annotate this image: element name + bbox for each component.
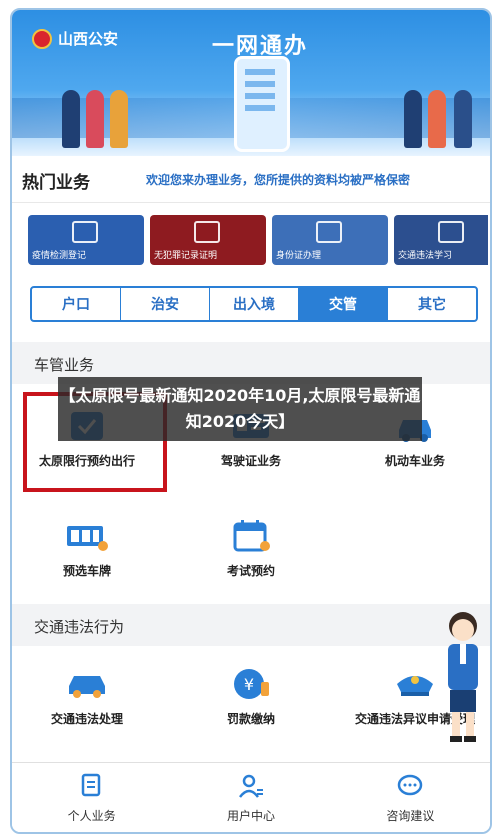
tab-immigration[interactable]: 出入境: [210, 288, 299, 320]
card-no-criminal-record[interactable]: 无犯罪记录证明: [150, 215, 266, 265]
service-violation-handling[interactable]: 交通违法处理: [12, 664, 162, 727]
calendar-icon: [229, 516, 273, 556]
citizen-figure: [110, 90, 128, 148]
nav-personal-business[interactable]: 个人业务: [12, 763, 171, 832]
document-icon: [81, 773, 100, 797]
nav-label: 咨询建议: [386, 809, 435, 823]
chat-bubble-icon: [398, 774, 423, 796]
card-traffic-study[interactable]: 交通违法学习: [394, 215, 488, 265]
card-label: 身份证办理: [276, 251, 322, 261]
service-label: 驾驶证业务: [220, 454, 281, 468]
officer-figure: [62, 90, 80, 148]
top-banner: 山西公安 一网通办: [12, 10, 490, 156]
section-title: 交通违法行为: [34, 618, 125, 636]
card-epidemic-registration[interactable]: 疫情检测登记: [28, 215, 144, 265]
card-label: 无犯罪记录证明: [154, 251, 218, 261]
officer-figure: [404, 90, 422, 148]
service-fine-payment[interactable]: ¥ 罚款缴纳: [176, 664, 326, 727]
tab-traffic[interactable]: 交管: [299, 288, 388, 320]
clipboard-icon: [72, 221, 98, 243]
section-title: 车管业务: [34, 356, 95, 374]
police-cap-icon: [393, 664, 437, 704]
service-label: 预选车牌: [62, 564, 111, 578]
article-title-overlay: 【太原限号最新通知2020年10月,太原限号最新通知2020今天】: [58, 377, 422, 441]
nav-label: 用户中心: [226, 809, 275, 823]
phone-illustration: [234, 56, 290, 152]
study-icon: [438, 221, 464, 243]
hot-business-header: 热门业务 欢迎您来办理业务，您所提供的资料均被严格保密: [12, 156, 490, 203]
service-exam-booking[interactable]: 考试预约: [176, 516, 326, 579]
service-plate-selection[interactable]: 预选车牌: [12, 516, 162, 579]
nav-user-center[interactable]: 用户中心: [171, 763, 330, 832]
service-label: 考试预约: [226, 564, 275, 578]
service-label: 交通违法处理: [50, 712, 123, 726]
hot-business-title: 热门业务: [22, 173, 90, 193]
card-label: 疫情检测登记: [32, 251, 87, 261]
user-icon: [238, 774, 263, 798]
bottom-navigation: 个人业务 用户中心 咨询建议: [12, 762, 490, 832]
license-plate-icon: [65, 516, 109, 556]
service-label: 罚款缴纳: [226, 712, 275, 726]
card-id-card[interactable]: 身份证办理: [272, 215, 388, 265]
police-logo: 山西公安: [32, 28, 118, 49]
logo-text: 山西公安: [58, 30, 119, 48]
violation-section-header: 交通违法行为: [12, 604, 490, 646]
tab-other[interactable]: 其它: [388, 288, 476, 320]
car-icon: [65, 664, 109, 704]
svg-text:¥: ¥: [244, 675, 254, 694]
customer-service-avatar[interactable]: [438, 606, 488, 746]
nav-consult-advice[interactable]: 咨询建议: [331, 763, 490, 832]
shield-icon: [194, 221, 220, 243]
privacy-notice: 欢迎您来办理业务，您所提供的资料均被严格保密: [146, 173, 411, 187]
id-card-icon: [316, 221, 342, 243]
hot-business-cards: 疫情检测登记 无犯罪记录证明 身份证办理 交通违法学习: [28, 215, 488, 267]
tab-public-security[interactable]: 治安: [121, 288, 210, 320]
citizen-figure: [86, 90, 104, 148]
nav-label: 个人业务: [67, 809, 116, 823]
citizen-figure: [428, 90, 446, 148]
police-badge-icon: [32, 28, 52, 49]
tab-hukou[interactable]: 户口: [32, 288, 121, 320]
officer-figure: [454, 90, 472, 148]
yuan-coin-icon: ¥: [229, 664, 273, 704]
category-tabs: 户口 治安 出入境 交管 其它: [30, 286, 478, 322]
service-label: 机动车业务: [384, 454, 445, 468]
card-label: 交通违法学习: [398, 251, 453, 261]
